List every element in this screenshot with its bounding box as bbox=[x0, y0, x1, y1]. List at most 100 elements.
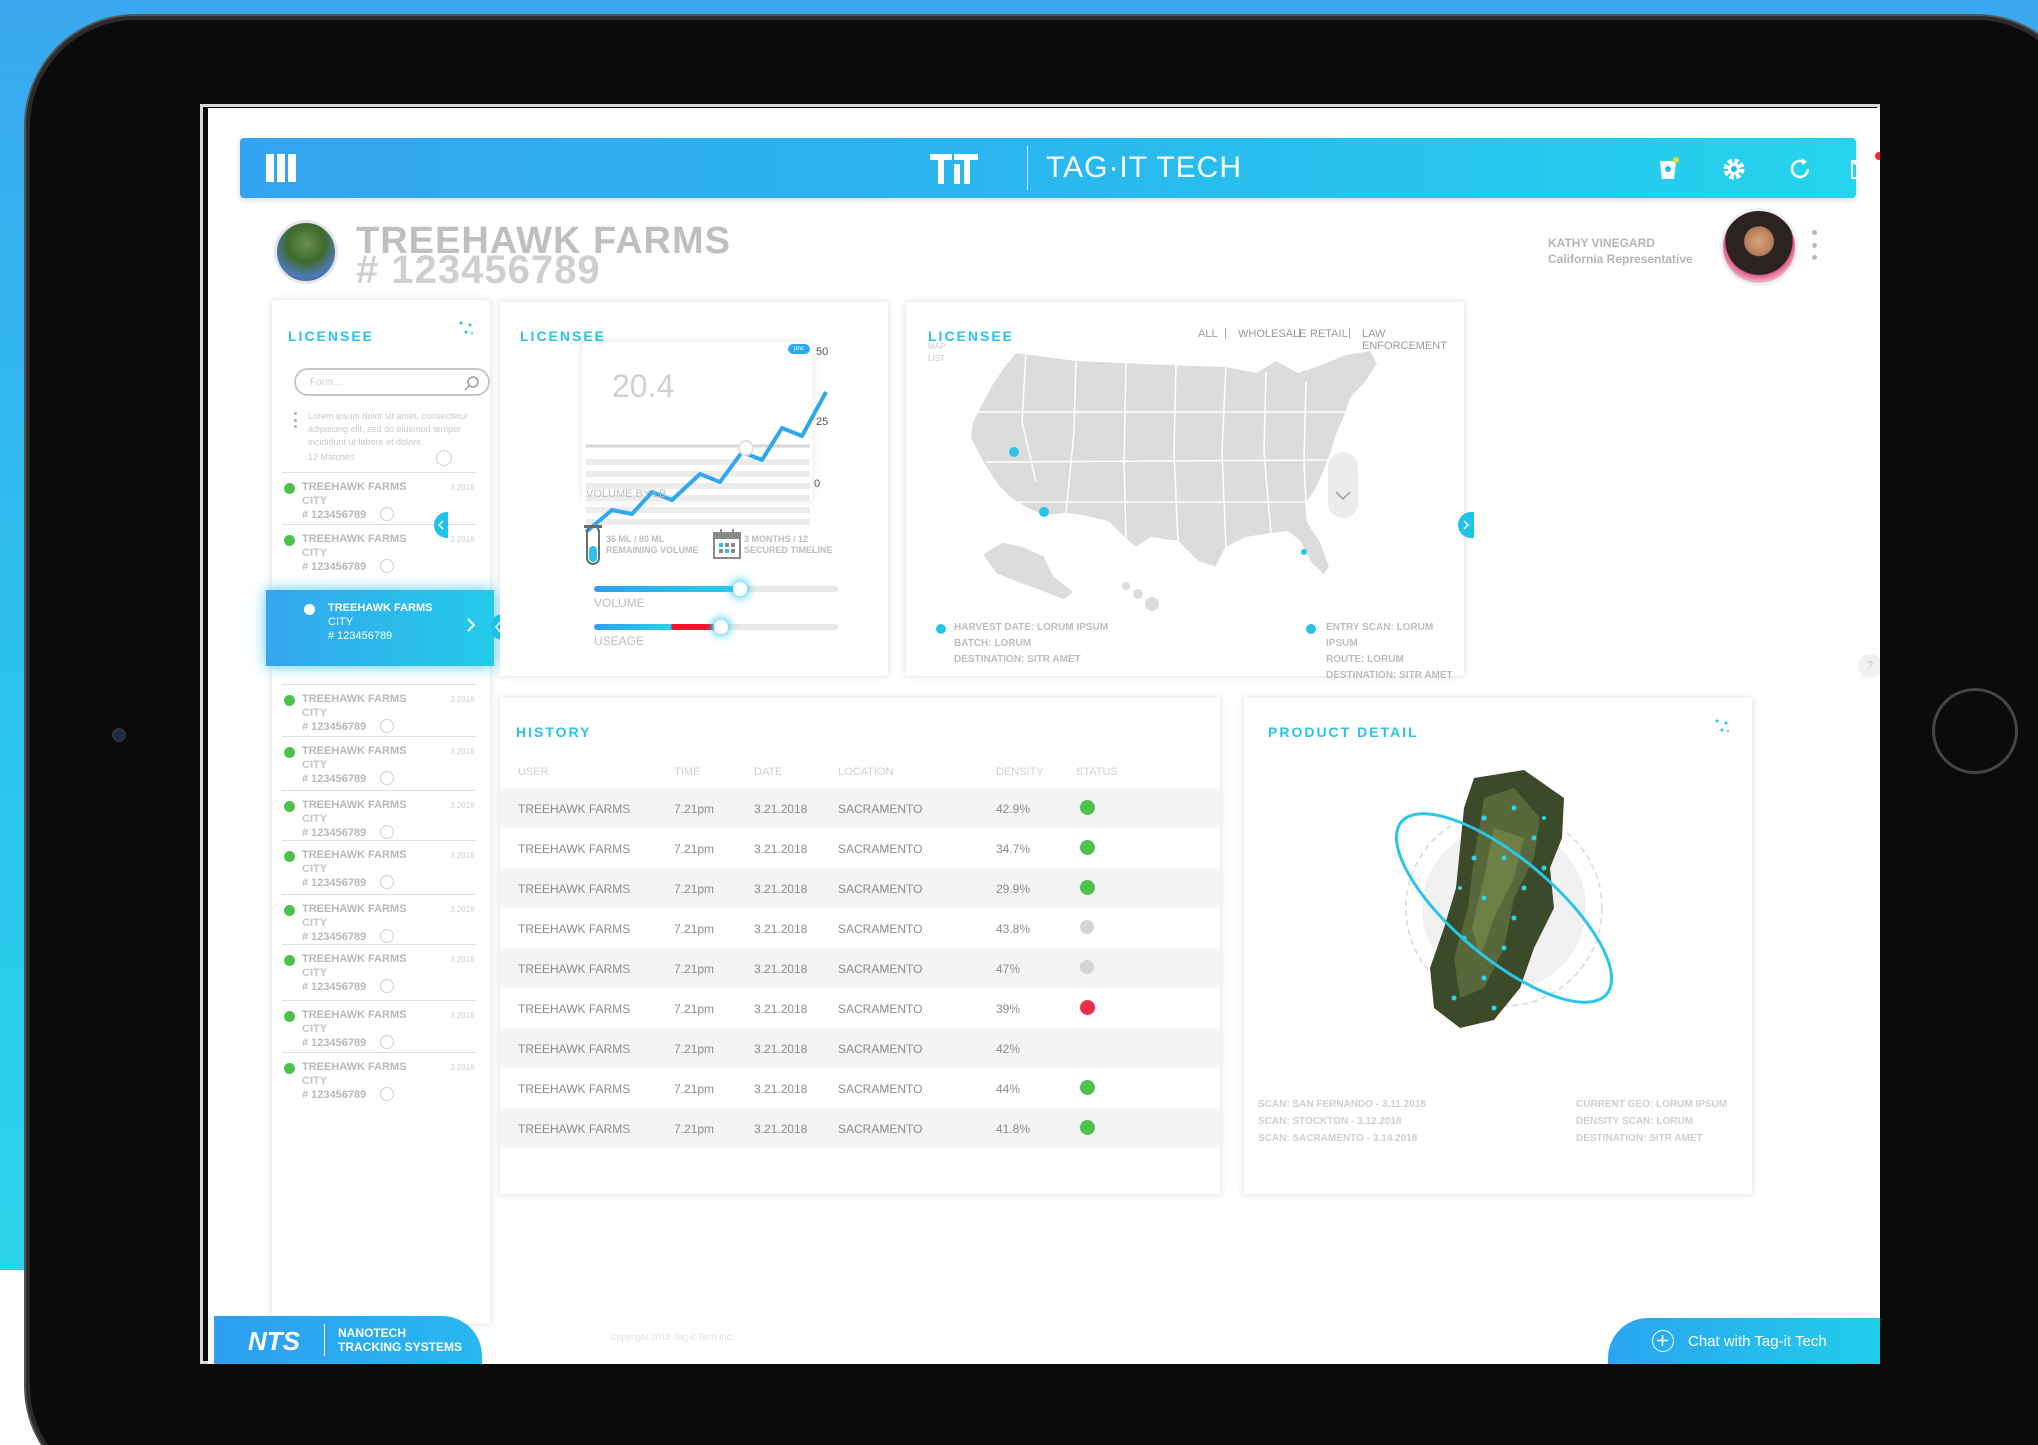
options-icon[interactable] bbox=[294, 412, 298, 428]
search-icon[interactable] bbox=[464, 375, 480, 391]
arrow-circle-icon[interactable] bbox=[380, 875, 394, 889]
table-row[interactable]: TREEHAWK FARMS 7.21pm 3.21.2018 SACRAMENTO 4… bbox=[500, 788, 1220, 828]
sparkle-icon[interactable] bbox=[1714, 718, 1730, 734]
list-item-city: CITY bbox=[302, 759, 328, 771]
status-ok-icon bbox=[1080, 800, 1095, 815]
list-item-name: TREEHAWK FARMS bbox=[328, 602, 433, 614]
column-header[interactable]: DENSITY bbox=[996, 766, 1044, 778]
column-header[interactable]: STATUS bbox=[1076, 766, 1118, 778]
mail-icon[interactable] bbox=[1850, 152, 1880, 183]
stats-prev-button[interactable] bbox=[434, 512, 448, 538]
us-map[interactable] bbox=[926, 342, 1446, 622]
chart-marker[interactable] bbox=[738, 440, 754, 456]
arrow-circle-icon[interactable] bbox=[380, 719, 394, 733]
scan-history: SCAN: SAN FERNANDO - 3.11.2018 SCAN: STO… bbox=[1258, 1096, 1426, 1147]
arrow-circle-icon[interactable] bbox=[380, 929, 394, 943]
chevron-right-icon bbox=[1463, 520, 1470, 530]
table-row[interactable]: TREEHAWK FARMS 7.21pm 3.21.2018 SACRAMENTO 3… bbox=[500, 828, 1220, 868]
list-item-id: # 123456789 bbox=[302, 981, 367, 993]
legend-line: HARVEST DATE: LORUM IPSUM bbox=[954, 622, 1109, 633]
arrow-circle-icon[interactable] bbox=[436, 450, 452, 466]
arrow-circle-icon[interactable] bbox=[380, 1035, 394, 1049]
column-header[interactable]: LOCATION bbox=[838, 766, 893, 778]
list-item[interactable]: TREEHAWK FARMS CITY # 123456789 3.2018 bbox=[282, 1052, 476, 1110]
list-item-city: CITY bbox=[302, 813, 328, 825]
arrow-circle-icon[interactable] bbox=[380, 559, 394, 573]
help-button[interactable]: ? bbox=[1858, 654, 1880, 678]
list-item-name: TREEHAWK FARMS bbox=[302, 745, 407, 757]
selected-list-item[interactable]: TREEHAWK FARMS CITY # 123456789 bbox=[266, 590, 494, 666]
arrow-circle-icon[interactable] bbox=[380, 771, 394, 785]
filter-separator: | bbox=[1224, 327, 1227, 339]
gear-icon[interactable] bbox=[1720, 155, 1748, 183]
sparkle-icon[interactable] bbox=[458, 320, 474, 336]
card-title: PRODUCT DETAIL bbox=[1268, 724, 1419, 740]
list-item[interactable]: TREEHAWK FARMS CITY # 123456789 3.2018 bbox=[282, 944, 476, 1002]
chevron-left-icon bbox=[437, 520, 444, 530]
chat-button[interactable]: Chat with Tag-it Tech bbox=[1608, 1318, 1880, 1364]
status-error-icon bbox=[1080, 1000, 1095, 1015]
remaining-label: REMAINING VOLUME bbox=[606, 545, 699, 555]
history-card: HISTORY USER TIME DATE LOCATION DENSITY … bbox=[500, 698, 1220, 1194]
table-row[interactable]: TREEHAWK FARMS 7.21pm 3.21.2018 SACRAMENTO 3… bbox=[500, 988, 1220, 1028]
list-item[interactable]: TREEHAWK FARMS CITY # 123456789 3.2018 bbox=[282, 684, 476, 742]
chat-label: Chat with Tag-it Tech bbox=[1688, 1333, 1827, 1350]
legend-left: HARVEST DATE: LORUM IPSUM BATCH: LORUM D… bbox=[954, 620, 1108, 668]
home-button[interactable] bbox=[1932, 688, 2018, 774]
map-next-button[interactable] bbox=[1458, 512, 1474, 538]
volume-slider[interactable] bbox=[594, 582, 838, 596]
list-item-date: 3.2018 bbox=[450, 1011, 475, 1020]
table-row[interactable]: TREEHAWK FARMS 7.21pm 3.21.2018 SACRAMENTO 4… bbox=[500, 948, 1220, 988]
search-input[interactable]: Form... bbox=[294, 368, 490, 396]
list-item[interactable]: TREEHAWK FARMS CITY # 123456789 3.2018 bbox=[282, 736, 476, 794]
filter-retail[interactable]: RETAIL bbox=[1310, 328, 1348, 340]
top-bar: TAG·IT TECH bbox=[240, 138, 1880, 198]
arrow-circle-icon[interactable] bbox=[380, 825, 394, 839]
y-tick-label: 25 bbox=[816, 416, 829, 428]
list-item-name: TREEHAWK FARMS bbox=[302, 799, 407, 811]
user-role: California Representative bbox=[1548, 252, 1693, 266]
column-header[interactable]: DATE bbox=[754, 766, 783, 778]
volume-knob[interactable] bbox=[733, 582, 748, 596]
user-menu-icon[interactable] bbox=[1812, 230, 1818, 260]
legend-right: ENTRY SCAN: LORUM IPSUM ROUTE: LORUM DES… bbox=[1326, 620, 1464, 684]
avatar[interactable] bbox=[1720, 208, 1798, 286]
check-icon bbox=[284, 905, 295, 916]
list-item[interactable]: TREEHAWK FARMS CITY # 123456789 3.2018 bbox=[282, 1000, 476, 1058]
cell-location: SACRAMENTO bbox=[838, 1042, 923, 1056]
table-row[interactable]: TREEHAWK FARMS 7.21pm 3.21.2018 SACRAMENTO 4… bbox=[500, 1108, 1220, 1148]
list-item-date: 3.2018 bbox=[450, 747, 475, 756]
usage-knob[interactable] bbox=[713, 620, 728, 634]
scan-line: SCAN: STOCKTON - 3.12.2018 bbox=[1258, 1116, 1402, 1127]
refresh-icon[interactable] bbox=[1786, 155, 1814, 183]
user-badge-icon[interactable] bbox=[1654, 155, 1682, 183]
column-header[interactable]: TIME bbox=[674, 766, 700, 778]
filter-all[interactable]: ALL bbox=[1198, 328, 1218, 340]
map-scroll-handle[interactable] bbox=[1328, 452, 1358, 518]
legend-line: DESTINATION: SITR AMET bbox=[954, 654, 1081, 665]
card-title: HISTORY bbox=[516, 724, 592, 740]
menu-icon[interactable] bbox=[266, 154, 296, 182]
cell-user: TREEHAWK FARMS bbox=[518, 962, 631, 976]
cell-user: TREEHAWK FARMS bbox=[518, 1042, 631, 1056]
list-item[interactable]: TREEHAWK FARMS CITY # 123456789 3.2018 bbox=[282, 840, 476, 898]
list-item-id: # 123456789 bbox=[328, 630, 393, 642]
cell-time: 7.21pm bbox=[674, 882, 715, 896]
check-icon bbox=[284, 851, 295, 862]
table-row[interactable]: TREEHAWK FARMS 7.21pm 3.21.2018 SACRAMENTO 2… bbox=[500, 868, 1220, 908]
arrow-circle-icon[interactable] bbox=[380, 1087, 394, 1101]
status-pending-icon bbox=[1080, 960, 1094, 974]
arrow-circle-icon[interactable] bbox=[380, 979, 394, 993]
list-item-date: 3.2018 bbox=[450, 483, 475, 492]
filter-wholesale[interactable]: WHOLESALE bbox=[1238, 328, 1306, 340]
farm-avatar bbox=[274, 220, 338, 284]
brand-logo-icon bbox=[930, 154, 978, 184]
table-row[interactable]: TREEHAWK FARMS 7.21pm 3.21.2018 SACRAMENTO 4… bbox=[500, 908, 1220, 948]
arrow-circle-icon[interactable] bbox=[380, 507, 394, 521]
usage-slider[interactable] bbox=[594, 620, 838, 634]
column-header[interactable]: USER bbox=[518, 766, 549, 778]
table-row[interactable]: TREEHAWK FARMS 7.21pm 3.21.2018 SACRAMENTO 4… bbox=[500, 1068, 1220, 1108]
cell-density: 42% bbox=[996, 1042, 1021, 1056]
table-row[interactable]: TREEHAWK FARMS 7.21pm 3.21.2018 SACRAMENTO 4… bbox=[500, 1028, 1220, 1068]
list-item-city: CITY bbox=[302, 707, 328, 719]
